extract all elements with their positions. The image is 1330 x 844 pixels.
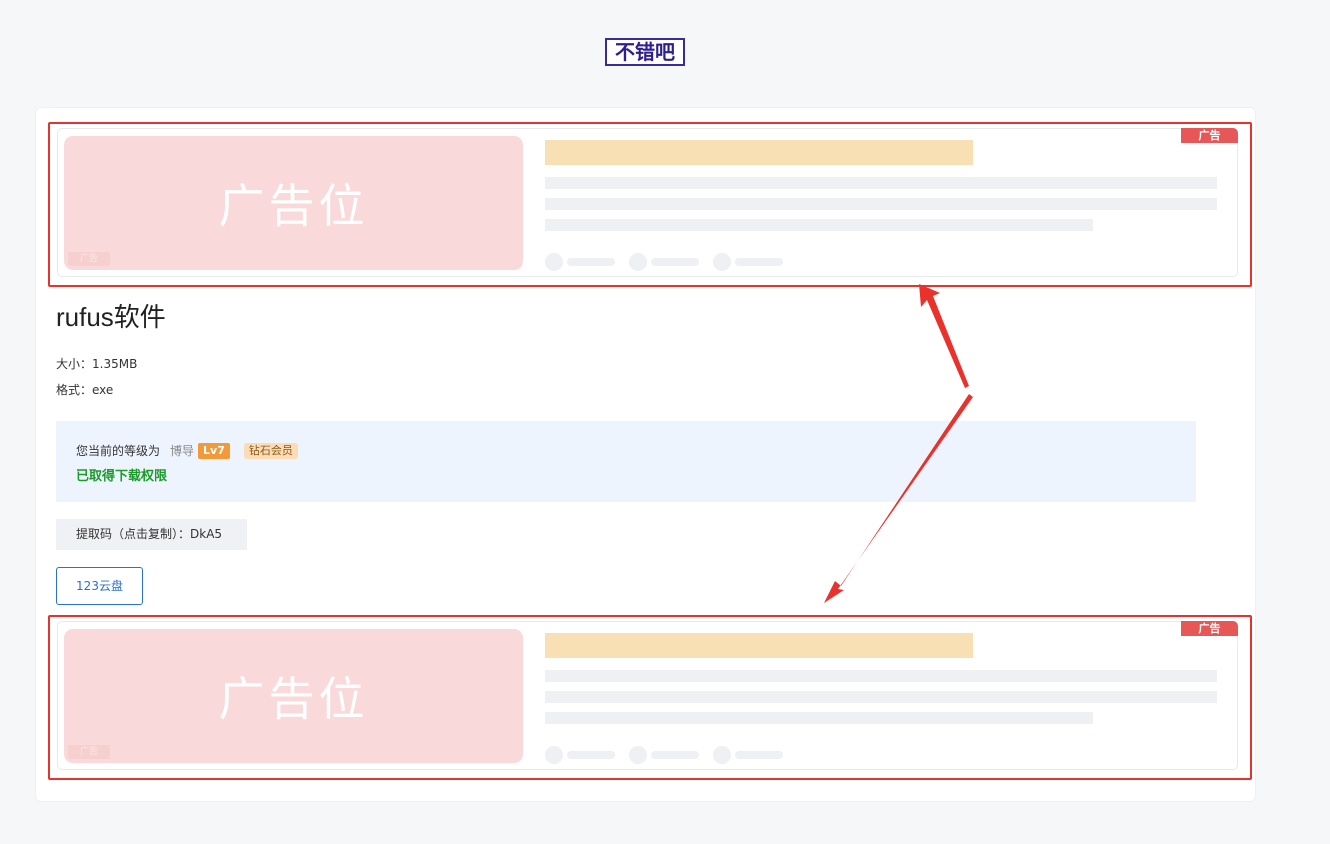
skeleton-meta bbox=[545, 253, 615, 271]
user-level-panel: 您当前的等级为 博导 Lv7 钻石会员 已取得下载权限 bbox=[56, 421, 1196, 502]
skeleton-title bbox=[545, 140, 973, 165]
access-status: 已取得下载权限 bbox=[76, 469, 168, 484]
level-name: 博导 bbox=[170, 444, 195, 458]
skeleton-meta bbox=[713, 746, 783, 764]
skeleton-line bbox=[545, 219, 1093, 231]
level-badge: Lv7 bbox=[198, 442, 230, 459]
ad-card[interactable]: 广告位 广告 广告 bbox=[57, 621, 1238, 770]
file-size: 大小：1.35MB bbox=[56, 357, 138, 371]
skeleton-meta bbox=[629, 746, 699, 764]
level-row: 您当前的等级为 博导 Lv7 钻石会员 bbox=[76, 442, 298, 459]
download-123pan-button[interactable]: 123云盘 bbox=[56, 567, 143, 605]
ad-block-top[interactable]: 广告位 广告 广告 bbox=[48, 122, 1252, 287]
ad-card[interactable]: 广告位 广告 广告 bbox=[57, 128, 1238, 277]
logo-text: 不错吧 bbox=[615, 40, 675, 64]
ad-block-bottom[interactable]: 广告位 广告 广告 bbox=[48, 615, 1252, 780]
ad-mini-label: 广告 bbox=[68, 252, 110, 266]
skeleton-meta bbox=[545, 746, 615, 764]
ad-image[interactable]: 广告位 广告 bbox=[64, 136, 523, 270]
page-title: rufus软件 bbox=[56, 302, 166, 332]
vip-badge: 钻石会员 bbox=[243, 442, 298, 459]
ad-badge: 广告 bbox=[1181, 128, 1238, 143]
extract-code-copy[interactable]: 提取码（点击复制）：DkA5 bbox=[56, 519, 247, 550]
skeleton-title bbox=[545, 633, 973, 658]
skeleton-line bbox=[545, 198, 1217, 210]
skeleton-meta bbox=[713, 253, 783, 271]
skeleton-line bbox=[545, 691, 1217, 703]
ad-image-text: 广告位 bbox=[218, 179, 369, 233]
ad-badge: 广告 bbox=[1181, 621, 1238, 636]
level-prefix: 您当前的等级为 bbox=[76, 444, 161, 458]
ad-image[interactable]: 广告位 广告 bbox=[64, 629, 523, 763]
skeleton-line bbox=[545, 177, 1217, 189]
file-format: 格式：exe bbox=[56, 383, 114, 397]
ad-image-text: 广告位 bbox=[218, 672, 369, 726]
skeleton-meta bbox=[629, 253, 699, 271]
site-logo[interactable]: 不错吧 bbox=[605, 38, 685, 66]
skeleton-line bbox=[545, 670, 1217, 682]
skeleton-line bbox=[545, 712, 1093, 724]
ad-mini-label: 广告 bbox=[68, 745, 110, 759]
page: 不错吧 广告位 广告 广告 rufus软件 大小：1.35MB 格式：exe 您… bbox=[0, 0, 1330, 844]
